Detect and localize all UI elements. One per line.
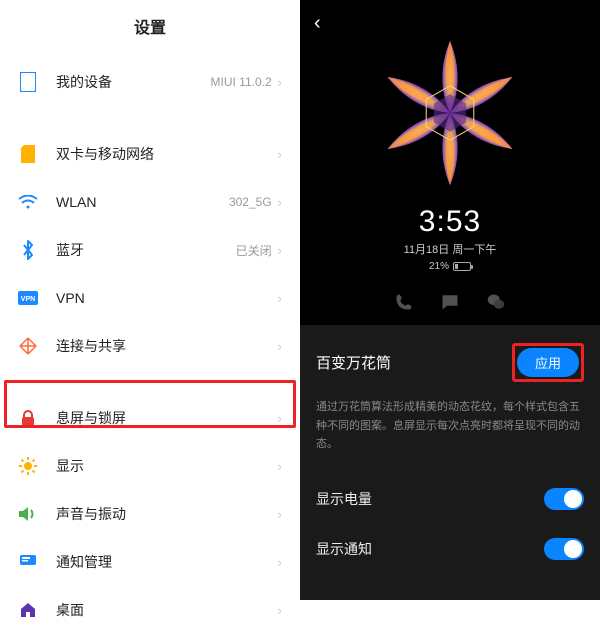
item-label: WLAN: [56, 194, 229, 210]
aod-settings-panel: 百变万花筒 应用 通过万花筒算法形成精美的动态花纹，每个样式包含五种不同的图案。…: [300, 325, 600, 600]
battery-indicator: 21%: [300, 261, 600, 272]
chevron-right-icon: ›: [278, 75, 282, 90]
settings-item-device[interactable]: 我的设备 MIUI 11.0.2 ›: [0, 58, 300, 106]
row-label: 显示电量: [316, 489, 372, 509]
chevron-right-icon: ›: [278, 603, 282, 618]
item-label: 连接与共享: [56, 336, 278, 356]
item-label: 蓝牙: [56, 240, 236, 260]
chevron-right-icon: ›: [278, 243, 282, 258]
bluetooth-icon: [18, 240, 38, 260]
settings-item-sim[interactable]: 双卡与移动网络 ›: [0, 130, 300, 178]
item-value: MIUI 11.0.2: [211, 75, 272, 89]
notify-icon: [18, 552, 38, 572]
toggle-row-notifications: 显示通知: [300, 524, 600, 574]
toggle-switch[interactable]: [544, 538, 584, 560]
item-label: 桌面: [56, 600, 278, 620]
settings-item-notifications[interactable]: 通知管理 ›: [0, 538, 300, 586]
device-icon: [18, 72, 38, 92]
settings-item-display[interactable]: 显示 ›: [0, 442, 300, 490]
page-title: 设置: [0, 0, 300, 58]
sim-icon: [18, 144, 38, 164]
toggle-switch[interactable]: [544, 488, 584, 510]
chevron-right-icon: ›: [278, 339, 282, 354]
display-icon: [18, 456, 38, 476]
item-label: VPN: [56, 290, 278, 306]
kaleidoscope-graphic: [365, 28, 535, 198]
aod-preview-pane: ‹ 3:53 11月18日 周一下午: [300, 0, 600, 600]
apply-button[interactable]: 应用: [517, 348, 579, 377]
sound-icon: [18, 504, 38, 524]
vpn-icon: VPN: [18, 288, 38, 308]
toggle-row-battery: 显示电量: [300, 474, 600, 524]
panel-title: 百变万花筒: [316, 352, 391, 373]
clock-time: 3:53: [300, 205, 600, 239]
clock-block: 3:53 11月18日 周一下午 21%: [300, 205, 600, 272]
battery-icon: [453, 262, 471, 271]
back-icon[interactable]: ‹: [314, 12, 321, 35]
item-value: 已关闭: [236, 242, 272, 259]
row-label: 显示通知: [316, 539, 372, 559]
clock-date: 11月18日 周一下午: [300, 241, 600, 257]
chevron-right-icon: ›: [278, 411, 282, 426]
chevron-right-icon: ›: [278, 147, 282, 162]
aod-preview: ‹ 3:53 11月18日 周一下午: [300, 0, 600, 325]
item-label: 息屏与锁屏: [56, 408, 278, 428]
wechat-icon: [487, 293, 505, 311]
quick-icons: [300, 293, 600, 311]
message-icon: [441, 293, 459, 311]
home-icon: [18, 600, 38, 620]
chevron-right-icon: ›: [278, 195, 282, 210]
chevron-right-icon: ›: [278, 459, 282, 474]
item-label: 显示: [56, 456, 278, 476]
item-label: 通知管理: [56, 552, 278, 572]
settings-item-lockscreen[interactable]: 息屏与锁屏 ›: [0, 394, 300, 442]
chevron-right-icon: ›: [278, 555, 282, 570]
settings-item-home[interactable]: 桌面 ›: [0, 586, 300, 634]
panel-description: 通过万花筒算法形成精美的动态花纹，每个样式包含五种不同的图案。息屏显示每次点亮时…: [300, 392, 600, 474]
item-value: 302_5G: [229, 195, 272, 209]
chevron-right-icon: ›: [278, 507, 282, 522]
settings-item-bluetooth[interactable]: 蓝牙 已关闭 ›: [0, 226, 300, 274]
item-label: 双卡与移动网络: [56, 144, 278, 164]
share-icon: [18, 336, 38, 356]
settings-item-sound[interactable]: 声音与振动 ›: [0, 490, 300, 538]
settings-pane: 设置 我的设备 MIUI 11.0.2 › 双卡与移动网络 › WLAN 302…: [0, 0, 300, 600]
settings-item-wlan[interactable]: WLAN 302_5G ›: [0, 178, 300, 226]
item-label: 我的设备: [56, 72, 211, 92]
chevron-right-icon: ›: [278, 291, 282, 306]
battery-percent: 21%: [429, 261, 449, 272]
svg-text:VPN: VPN: [21, 296, 35, 303]
highlight-box: 应用: [512, 343, 584, 382]
phone-icon: [395, 293, 413, 311]
wifi-icon: [18, 192, 38, 212]
lock-icon: [18, 408, 38, 428]
settings-item-share[interactable]: 连接与共享 ›: [0, 322, 300, 370]
settings-item-vpn[interactable]: VPN VPN ›: [0, 274, 300, 322]
item-label: 声音与振动: [56, 504, 278, 524]
